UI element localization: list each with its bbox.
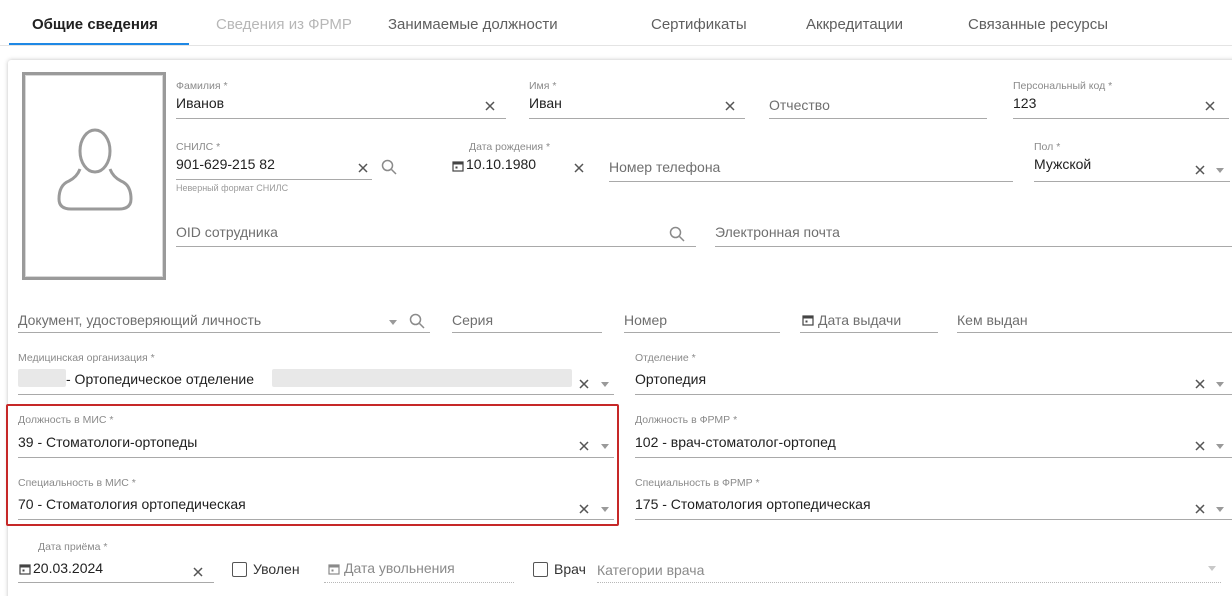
- doctor-label: Врач: [554, 561, 586, 577]
- clear-frmr-position-icon[interactable]: [1194, 440, 1206, 452]
- gender-underline: [1034, 181, 1230, 182]
- search-snils-icon[interactable]: [381, 159, 397, 175]
- dismissal-date-underline: [324, 582, 514, 583]
- clear-gender-icon[interactable]: [1194, 164, 1206, 176]
- calendar-issue-date-icon[interactable]: [802, 314, 814, 326]
- personal-code-label: Персональный код *: [1013, 80, 1113, 92]
- department-underline: [635, 394, 1232, 395]
- frmr-position-label: Должность в ФРМР *: [635, 414, 738, 426]
- personal-code-value[interactable]: 123: [1013, 95, 1036, 111]
- tabs-divider: [0, 45, 1232, 46]
- doctor-category-select[interactable]: Категории врача: [597, 562, 704, 578]
- doctor-category-underline: [597, 582, 1221, 583]
- department-value[interactable]: Ортопедия: [635, 371, 706, 387]
- patronymic-input[interactable]: Отчество: [769, 97, 830, 113]
- surname-label: Фамилия *: [176, 80, 228, 92]
- med-org-underline: [18, 394, 614, 395]
- hire-date-label: Дата приёма *: [38, 541, 108, 553]
- issued-by-input[interactable]: Кем выдан: [957, 312, 1028, 328]
- tab-frmr-info[interactable]: Сведения из ФРМР: [216, 16, 352, 33]
- gender-label: Пол *: [1034, 141, 1061, 153]
- id-document-dropdown-icon[interactable]: [389, 320, 397, 325]
- clear-hire-date-icon[interactable]: [192, 566, 204, 578]
- birth-date-label: Дата рождения *: [469, 141, 551, 153]
- clear-birth-date-icon[interactable]: [573, 162, 585, 174]
- frmr-specialty-label: Специальность в ФРМР *: [635, 477, 760, 489]
- issued-by-underline: [957, 332, 1232, 333]
- series-underline: [452, 332, 602, 333]
- gender-dropdown-icon[interactable]: [1216, 168, 1224, 173]
- department-dropdown-icon[interactable]: [1216, 382, 1224, 387]
- number-underline: [624, 332, 780, 333]
- frmr-position-dropdown-icon[interactable]: [1216, 444, 1224, 449]
- med-org-value[interactable]: - Ортопедическое отделение: [66, 371, 254, 387]
- id-document-underline: [18, 332, 430, 333]
- hire-date-underline: [18, 582, 214, 583]
- surname-underline: [176, 118, 506, 119]
- mis-fields-highlight: [6, 404, 619, 526]
- dismissed-label: Уволен: [253, 561, 300, 577]
- name-value[interactable]: Иван: [529, 95, 562, 111]
- med-org-dropdown-icon[interactable]: [601, 382, 609, 387]
- dismissed-checkbox[interactable]: [232, 562, 247, 577]
- clear-frmr-specialty-icon[interactable]: [1194, 503, 1206, 515]
- patronymic-underline: [769, 118, 987, 119]
- phone-underline: [609, 181, 1013, 182]
- surname-value[interactable]: Иванов: [176, 95, 224, 111]
- clear-name-icon[interactable]: [724, 100, 736, 112]
- tab-certificates[interactable]: Сертификаты: [651, 16, 747, 33]
- name-underline: [529, 118, 745, 119]
- snils-value[interactable]: 901-629-215 82: [176, 156, 275, 172]
- clear-personal-code-icon[interactable]: [1204, 100, 1216, 112]
- email-input[interactable]: Электронная почта: [715, 224, 840, 240]
- email-underline: [715, 246, 1232, 247]
- clear-department-icon[interactable]: [1194, 378, 1206, 390]
- frmr-position-underline: [635, 457, 1232, 458]
- dismissal-date-input[interactable]: Дата увольнения: [344, 560, 455, 576]
- frmr-specialty-dropdown-icon[interactable]: [1216, 507, 1224, 512]
- birth-date-value[interactable]: 10.10.1980: [466, 156, 536, 172]
- number-input[interactable]: Номер: [624, 312, 667, 328]
- clear-snils-icon[interactable]: [357, 162, 369, 174]
- user-avatar-icon: [57, 128, 133, 211]
- snils-error-text: Неверный формат СНИЛС: [176, 183, 289, 193]
- med-org-label: Медицинская организация *: [18, 352, 155, 364]
- employee-photo[interactable]: [22, 72, 166, 280]
- snils-underline: [176, 179, 372, 180]
- clear-surname-icon[interactable]: [484, 100, 496, 112]
- frmr-specialty-underline: [635, 519, 1232, 520]
- snils-label: СНИЛС *: [176, 141, 221, 153]
- tab-general-info[interactable]: Общие сведения: [32, 16, 158, 33]
- issue-date-input[interactable]: Дата выдачи: [818, 312, 901, 328]
- series-input[interactable]: Серия: [452, 312, 493, 328]
- search-id-document-icon[interactable]: [409, 313, 425, 329]
- tab-positions[interactable]: Занимаемые должности: [388, 16, 558, 33]
- hire-date-value[interactable]: 20.03.2024: [33, 560, 103, 576]
- issue-date-underline: [800, 332, 938, 333]
- doctor-category-dropdown-icon[interactable]: [1208, 566, 1216, 571]
- med-org-redacted-suffix: [272, 369, 572, 387]
- personal-code-underline: [1013, 118, 1229, 119]
- calendar-birth-date-icon[interactable]: [452, 160, 464, 172]
- doctor-checkbox[interactable]: [533, 562, 548, 577]
- clear-med-org-icon[interactable]: [578, 378, 590, 390]
- calendar-hire-date-icon[interactable]: [19, 563, 31, 575]
- calendar-dismissal-date-icon[interactable]: [328, 563, 340, 575]
- search-oid-icon[interactable]: [669, 226, 685, 242]
- tab-related-resources[interactable]: Связанные ресурсы: [968, 16, 1108, 33]
- department-label: Отделение *: [635, 352, 696, 364]
- oid-input[interactable]: OID сотрудника: [176, 224, 278, 240]
- id-document-select[interactable]: Документ, удостоверяющий личность: [18, 312, 261, 328]
- tab-accreditations[interactable]: Аккредитации: [806, 16, 903, 33]
- gender-value[interactable]: Мужской: [1034, 156, 1091, 172]
- med-org-redacted-prefix: [18, 369, 66, 387]
- phone-input[interactable]: Номер телефона: [609, 159, 720, 175]
- frmr-position-value[interactable]: 102 - врач-стоматолог-ортопед: [635, 434, 836, 450]
- name-label: Имя *: [529, 80, 557, 92]
- oid-underline: [176, 246, 696, 247]
- frmr-specialty-value[interactable]: 175 - Стоматология ортопедическая: [635, 496, 871, 512]
